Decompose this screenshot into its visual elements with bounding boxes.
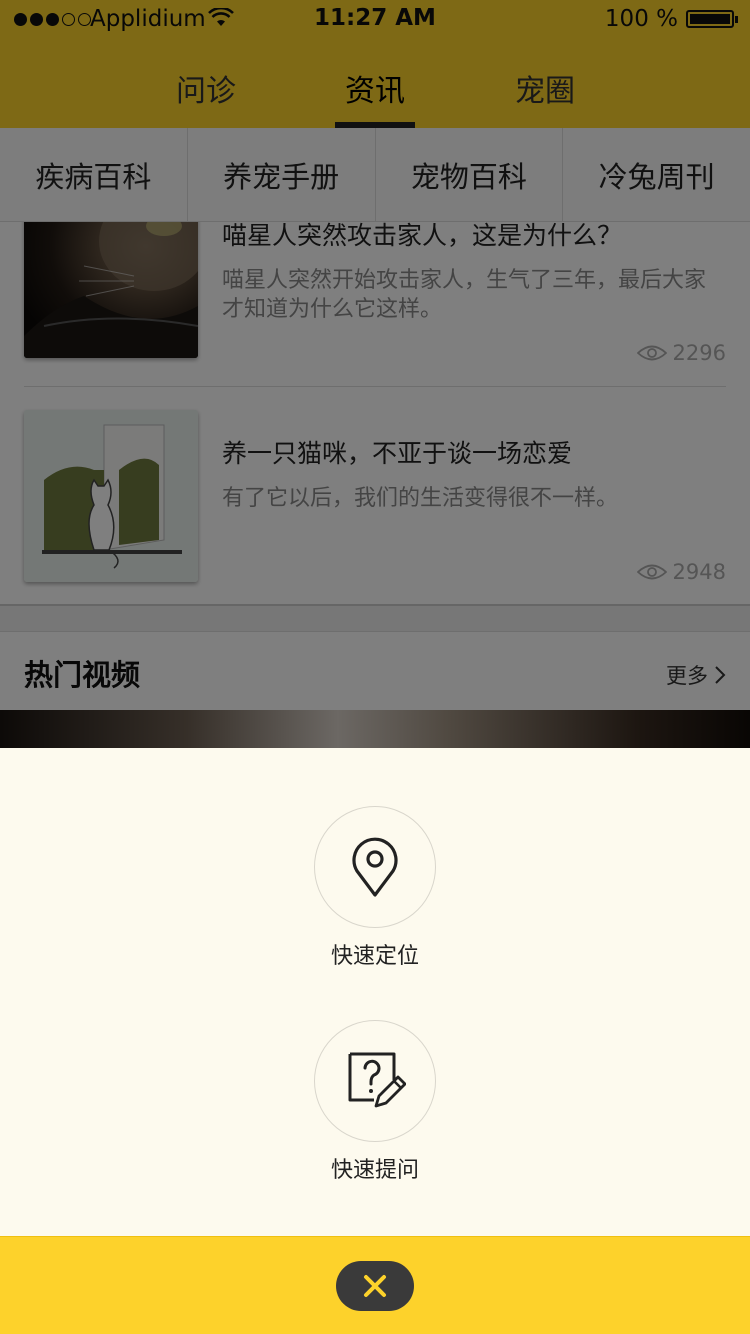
quick-ask-action[interactable]: 快速提问 [0, 1020, 750, 1184]
quick-locate-action[interactable]: 快速定位 [0, 806, 750, 970]
location-pin-icon [352, 837, 398, 897]
modal-backdrop[interactable] [0, 0, 750, 748]
quick-locate-button[interactable] [314, 806, 436, 928]
quick-locate-label: 快速定位 [330, 944, 419, 969]
quick-ask-button[interactable] [314, 1020, 436, 1142]
close-icon [364, 1275, 386, 1297]
quick-ask-label: 快速提问 [330, 1158, 419, 1183]
quick-action-sheet: 快速定位 快速提问 [0, 748, 750, 1236]
question-edit-icon [348, 1052, 406, 1108]
close-button[interactable] [336, 1261, 414, 1311]
bottom-bar [0, 1236, 750, 1334]
